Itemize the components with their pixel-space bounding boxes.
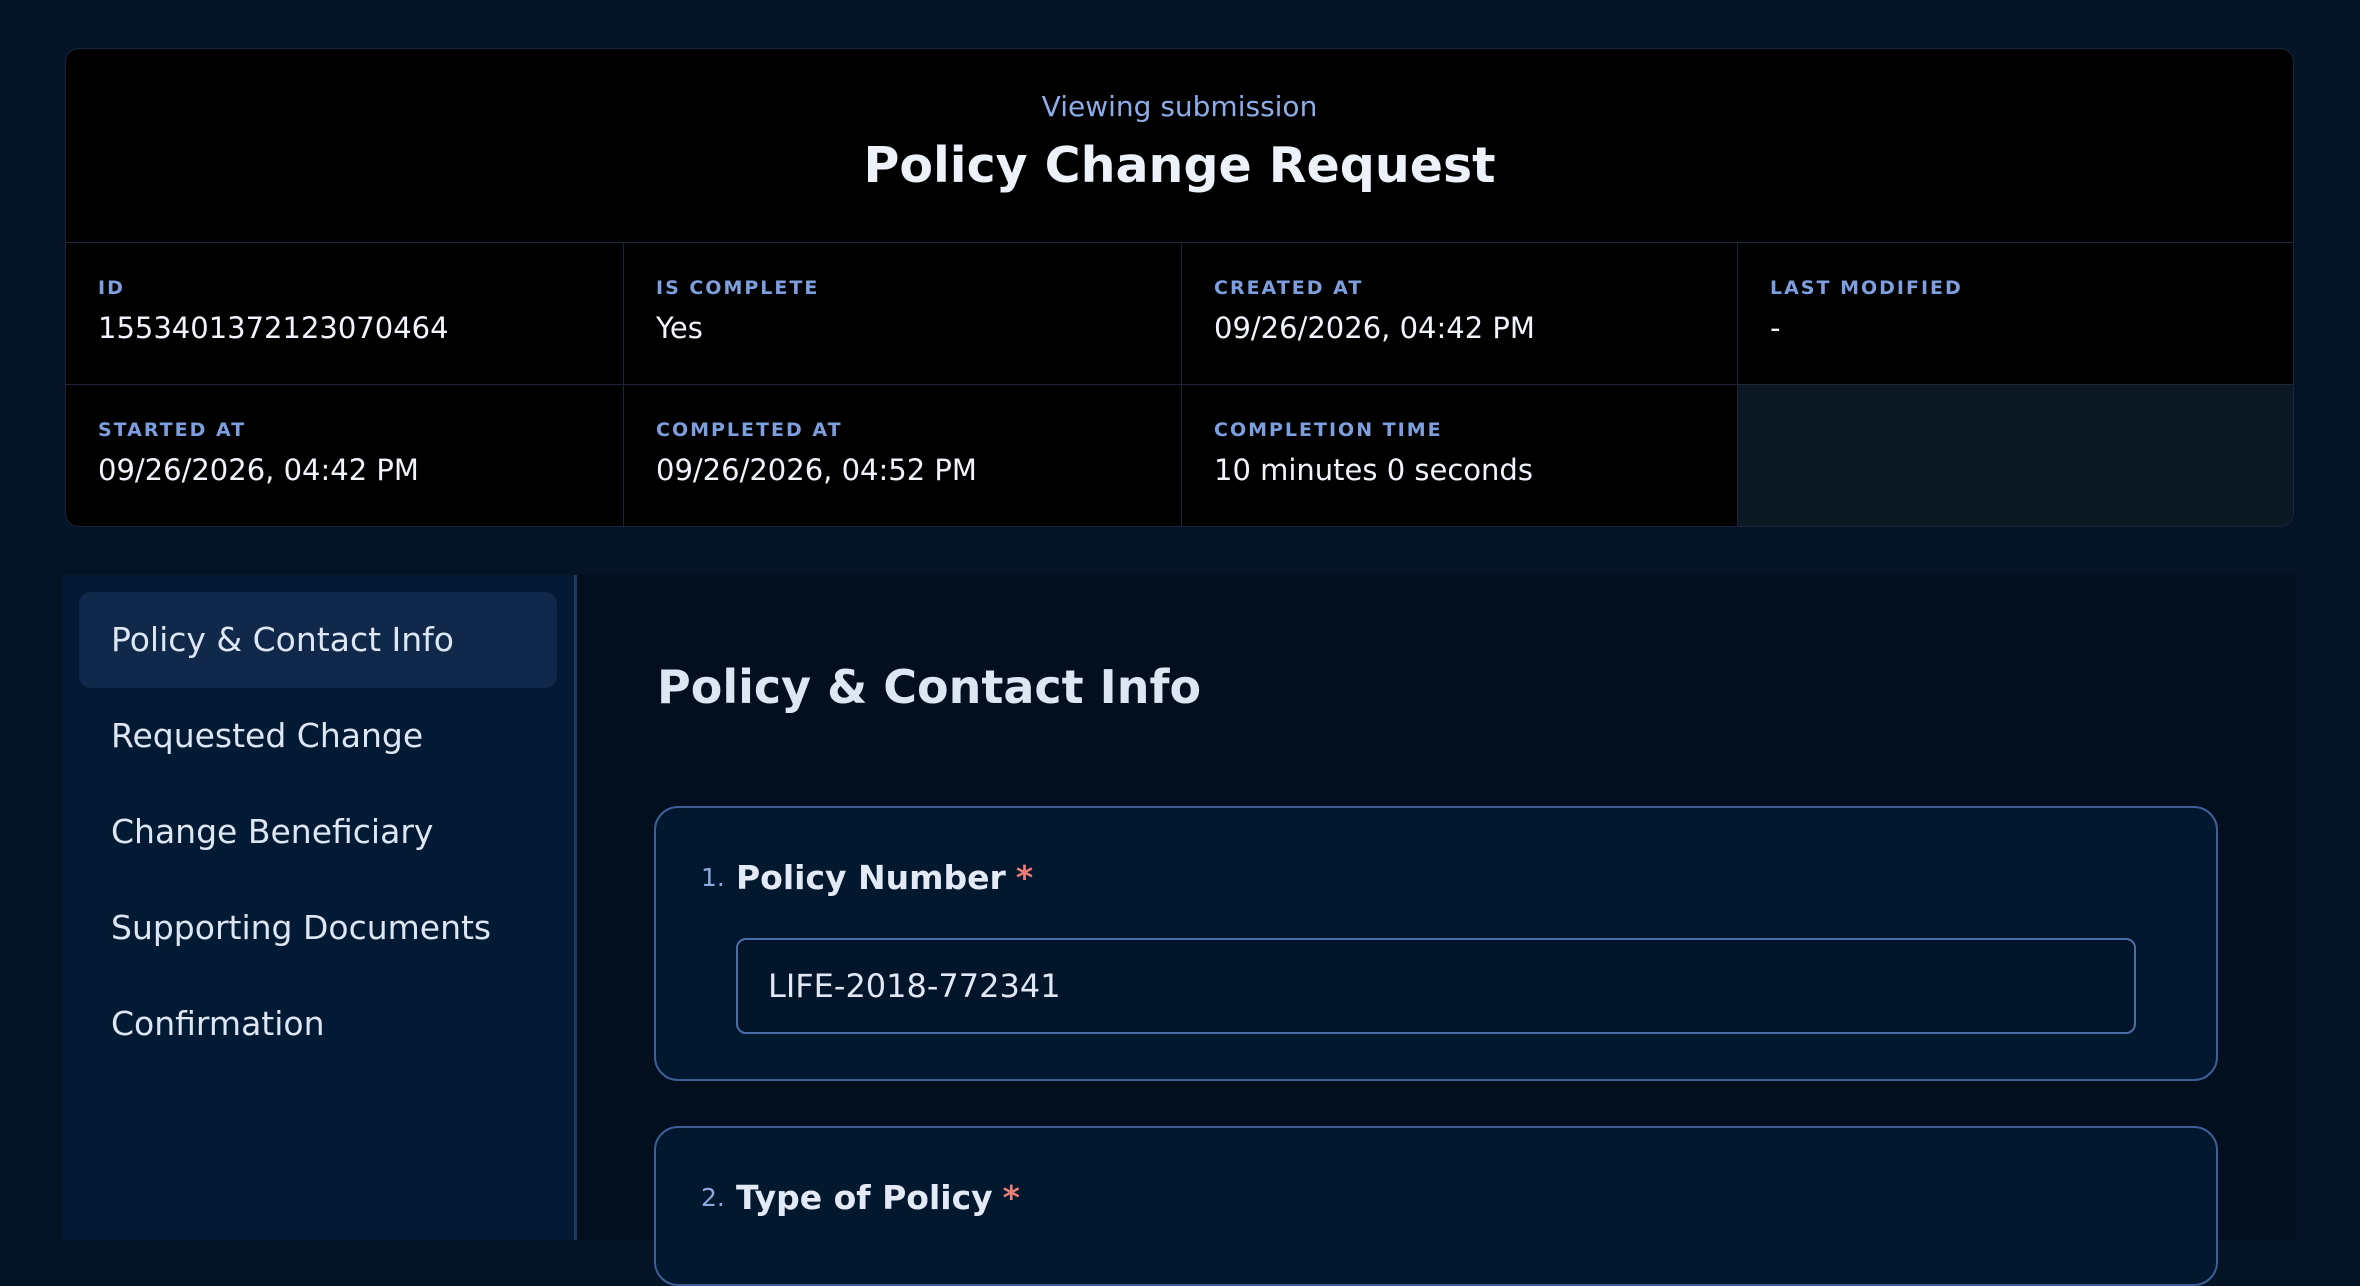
question-card-type-of-policy: 2. Type of Policy * [654, 1126, 2218, 1286]
sidebar-item-policy-contact-info[interactable]: Policy & Contact Info [79, 592, 557, 688]
meta-label: COMPLETED AT [656, 419, 843, 441]
meta-value: - [1770, 311, 1781, 345]
meta-label: LAST MODIFIED [1770, 277, 1963, 299]
section-title: Policy & Contact Info [657, 660, 1202, 714]
meta-value: 1553401372123070464 [98, 311, 449, 345]
submission-body: Policy & Contact Info Requested Change C… [63, 575, 2296, 1286]
question-label-text: Policy Number [736, 858, 1006, 897]
sidebar-divider [574, 575, 577, 1240]
meta-started-at: STARTED AT 09/26/2026, 04:42 PM [66, 385, 624, 526]
meta-empty-cell [1738, 385, 2293, 526]
required-marker: * [1002, 1178, 1020, 1217]
question-number: 1. [701, 863, 725, 892]
meta-label: ID [98, 277, 125, 299]
meta-id: ID 1553401372123070464 [66, 243, 624, 385]
page-title: Policy Change Request [863, 137, 1496, 194]
submission-header: Viewing submission Policy Change Request… [65, 48, 2294, 527]
policy-number-field[interactable]: LIFE-2018-772341 [736, 938, 2136, 1034]
meta-last-modified: LAST MODIFIED - [1738, 243, 2293, 385]
meta-created-at: CREATED AT 09/26/2026, 04:42 PM [1182, 243, 1738, 385]
meta-label: IS COMPLETE [656, 277, 820, 299]
required-marker: * [1015, 858, 1034, 897]
metadata-grid: ID 1553401372123070464 IS COMPLETE Yes C… [66, 243, 2293, 526]
sidebar-item-change-beneficiary[interactable]: Change Beneficiary [79, 784, 557, 880]
meta-value: 09/26/2026, 04:42 PM [1214, 311, 1535, 345]
question-label: Type of Policy * [736, 1178, 1020, 1217]
question-number: 2. [701, 1183, 725, 1212]
question-card-policy-number: 1. Policy Number * LIFE-2018-772341 [654, 806, 2218, 1081]
meta-value: 09/26/2026, 04:42 PM [98, 453, 419, 487]
meta-value: 09/26/2026, 04:52 PM [656, 453, 977, 487]
header-top: Viewing submission Policy Change Request [66, 49, 2293, 243]
header-subtitle: Viewing submission [1041, 90, 1318, 123]
question-label: Policy Number * [736, 858, 1033, 897]
meta-value: Yes [656, 311, 703, 345]
meta-label: CREATED AT [1214, 277, 1364, 299]
question-label-text: Type of Policy [736, 1178, 993, 1217]
meta-label: STARTED AT [98, 419, 247, 441]
meta-is-complete: IS COMPLETE Yes [624, 243, 1182, 385]
meta-completion-time: COMPLETION TIME 10 minutes 0 seconds [1182, 385, 1738, 526]
meta-completed-at: COMPLETED AT 09/26/2026, 04:52 PM [624, 385, 1182, 526]
sidebar-item-confirmation[interactable]: Confirmation [79, 976, 557, 1072]
sidebar-item-requested-change[interactable]: Requested Change [79, 688, 557, 784]
sidebar-item-supporting-documents[interactable]: Supporting Documents [79, 880, 557, 976]
section-sidebar: Policy & Contact Info Requested Change C… [63, 575, 574, 1240]
meta-value: 10 minutes 0 seconds [1214, 453, 1533, 487]
meta-label: COMPLETION TIME [1214, 419, 1443, 441]
